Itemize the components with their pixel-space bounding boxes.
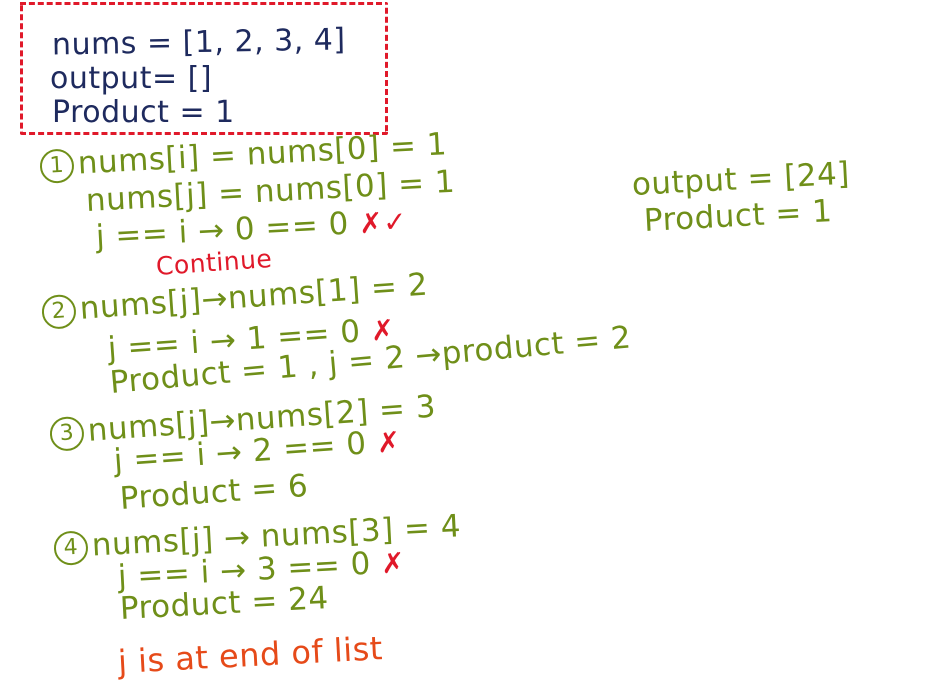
step-4-line-3: Product = 24 [119, 580, 330, 627]
step-4-number-circle: 4 [53, 530, 89, 566]
step-1-check-mark: ✓ [382, 204, 408, 239]
step-1-number-circle: 1 [39, 148, 75, 184]
header-output: output= [] [50, 61, 213, 96]
step-2-number-circle: 2 [40, 293, 78, 330]
step-3-number-circle: 3 [48, 415, 86, 452]
header-nums: nums = [1, 2, 3, 4] [51, 22, 346, 63]
step-3-line-3: Product = 6 [118, 467, 310, 517]
conclusion-text: j is at end of list [117, 629, 384, 681]
step-1-cross-mark: ✗ [358, 205, 384, 241]
step-3-cross-mark: ✗ [375, 424, 402, 460]
step-1-note: Continue [154, 243, 274, 281]
result-product: Product = 1 [643, 193, 834, 239]
header-product: Product = 1 [52, 95, 235, 130]
step-4-cross-mark: ✗ [380, 545, 406, 581]
